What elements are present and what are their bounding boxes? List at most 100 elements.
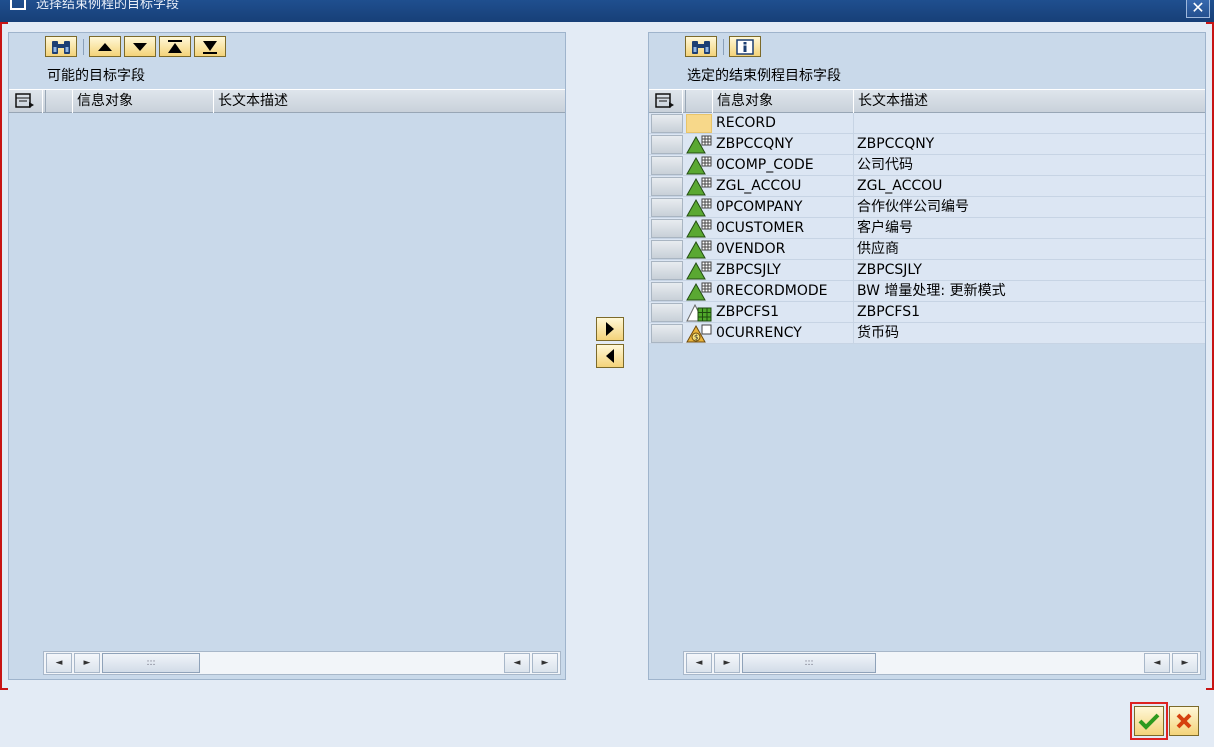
scroll-thumb[interactable]: :::: [742, 653, 876, 673]
dialog-body: 可能的目标字段 信息对象 长文本描述 ◄ ► ::: ◄ ► 选定的结束例程目标…: [0, 22, 1214, 690]
move-top-button[interactable]: [159, 36, 191, 57]
available-fields-panel: 可能的目标字段 信息对象 长文本描述 ◄ ► ::: ◄ ►: [8, 32, 566, 680]
infoobject-cell: 0COMP_CODE: [716, 155, 854, 176]
window-icon: [10, 0, 26, 10]
table-row[interactable]: $ 0CURRENCY 货币码: [649, 323, 1205, 344]
characteristic-icon: [686, 156, 712, 175]
description-cell: 公司代码: [857, 157, 913, 173]
characteristic-icon: [686, 240, 712, 259]
description-cell: 客户编号: [857, 220, 913, 236]
svg-text:$: $: [694, 334, 698, 342]
scroll-left-button[interactable]: ◄: [46, 653, 72, 673]
key-figure-icon: [686, 303, 712, 322]
column-header-infoobject[interactable]: 信息对象: [74, 90, 214, 113]
move-up-button[interactable]: [89, 36, 121, 57]
arrow-left-icon: [606, 349, 614, 363]
characteristic-icon: [686, 177, 712, 196]
row-selector[interactable]: [651, 324, 683, 343]
infoobject-cell: ZBPCFS1: [716, 302, 854, 323]
scroll-right-end-button[interactable]: ►: [532, 653, 558, 673]
left-toolbar: [9, 33, 565, 61]
info-button[interactable]: [729, 36, 761, 57]
triangle-up-icon: [98, 42, 112, 51]
row-selector[interactable]: [651, 198, 683, 217]
add-field-button[interactable]: [596, 317, 624, 341]
row-selector[interactable]: [651, 303, 683, 322]
infoobject-cell: ZGL_ACCOU: [716, 176, 854, 197]
table-row[interactable]: ZBPCCQNY ZBPCCQNY: [649, 134, 1205, 155]
row-selector[interactable]: [651, 177, 683, 196]
description-cell: BW 增量处理: 更新模式: [857, 283, 1006, 299]
column-header-description[interactable]: 长文本描述: [215, 90, 565, 113]
row-selector[interactable]: [651, 219, 683, 238]
left-horizontal-scrollbar[interactable]: ◄ ► ::: ◄ ►: [43, 651, 561, 675]
row-selector[interactable]: [651, 156, 683, 175]
window-titlebar: 选择结束例程的目标字段 ✕: [0, 0, 1214, 22]
remove-field-button[interactable]: [596, 344, 624, 368]
info-icon: [736, 38, 754, 55]
find-button-right[interactable]: [685, 36, 717, 57]
infoobject-cell: 0RECORDMODE: [716, 281, 854, 302]
table-row[interactable]: 0CUSTOMER 客户编号: [649, 218, 1205, 239]
infoobject-cell: 0VENDOR: [716, 239, 854, 260]
cross-icon: [1176, 713, 1192, 729]
description-cell: 合作伙伴公司编号: [857, 199, 969, 215]
scroll-thumb[interactable]: :::: [102, 653, 200, 673]
layout-icon: [655, 93, 674, 108]
column-settings-button[interactable]: [9, 90, 43, 113]
select-all-cell[interactable]: [45, 90, 73, 113]
checkmark-icon: [1138, 713, 1160, 730]
close-window-button[interactable]: ✕: [1186, 0, 1210, 18]
scroll-left-button[interactable]: ◄: [686, 653, 712, 673]
infoobject-cell: 0CUSTOMER: [716, 218, 854, 239]
confirm-button[interactable]: [1134, 706, 1164, 736]
row-selector[interactable]: [651, 261, 683, 280]
table-row[interactable]: 0COMP_CODE 公司代码: [649, 155, 1205, 176]
description-cell: ZBPCCQNY: [857, 136, 935, 152]
table-row[interactable]: ZBPCSJLY ZBPCSJLY: [649, 260, 1205, 281]
scroll-right-button[interactable]: ►: [74, 653, 100, 673]
description-cell: ZBPCFS1: [857, 304, 921, 320]
infoobject-cell: RECORD: [716, 113, 854, 134]
right-table-header: 信息对象 长文本描述: [649, 89, 1205, 113]
column-header-infoobject-right[interactable]: 信息对象: [714, 90, 854, 113]
table-row[interactable]: RECORD: [649, 113, 1205, 134]
move-down-button[interactable]: [124, 36, 156, 57]
selected-fields-panel: 选定的结束例程目标字段 信息对象 长文本描述 RECORD ZBPCCQNY Z…: [648, 32, 1206, 680]
description-cell: 供应商: [857, 241, 899, 257]
unit-icon: $: [686, 324, 712, 343]
table-row[interactable]: 0RECORDMODE BW 增量处理: 更新模式: [649, 281, 1205, 302]
characteristic-icon: [686, 282, 712, 301]
table-row[interactable]: 0VENDOR 供应商: [649, 239, 1205, 260]
table-row[interactable]: ZBPCFS1 ZBPCFS1: [649, 302, 1205, 323]
find-button[interactable]: [45, 36, 77, 57]
characteristic-icon: [686, 261, 712, 280]
infoobject-cell: ZBPCSJLY: [716, 260, 854, 281]
scroll-left-end-button[interactable]: ◄: [504, 653, 530, 673]
scroll-left-end-button[interactable]: ◄: [1144, 653, 1170, 673]
scroll-right-button[interactable]: ►: [714, 653, 740, 673]
row-selector[interactable]: [651, 282, 683, 301]
table-row[interactable]: 0PCOMPANY 合作伙伴公司编号: [649, 197, 1205, 218]
row-selector[interactable]: [651, 135, 683, 154]
right-panel-title: 选定的结束例程目标字段: [687, 68, 841, 84]
column-header-description-right[interactable]: 长文本描述: [855, 90, 1205, 113]
column-settings-button-right[interactable]: [649, 90, 683, 113]
right-horizontal-scrollbar[interactable]: ◄ ► ::: ◄ ►: [683, 651, 1201, 675]
record-icon: [686, 114, 712, 133]
cancel-button[interactable]: [1169, 706, 1199, 736]
characteristic-icon: [686, 198, 712, 217]
move-bottom-button[interactable]: [194, 36, 226, 57]
left-table-header: 信息对象 长文本描述: [9, 89, 565, 113]
triangle-down-icon: [133, 42, 147, 51]
description-cell: 货币码: [857, 325, 899, 341]
right-toolbar: [649, 33, 1205, 61]
move-to-top-icon: [168, 39, 182, 53]
row-selector[interactable]: [651, 114, 683, 133]
scroll-right-end-button[interactable]: ►: [1172, 653, 1198, 673]
infoobject-cell: 0PCOMPANY: [716, 197, 854, 218]
row-selector[interactable]: [651, 240, 683, 259]
arrow-right-icon: [606, 322, 614, 336]
infoobject-cell: ZBPCCQNY: [716, 134, 854, 155]
table-row[interactable]: ZGL_ACCOU ZGL_ACCOU: [649, 176, 1205, 197]
